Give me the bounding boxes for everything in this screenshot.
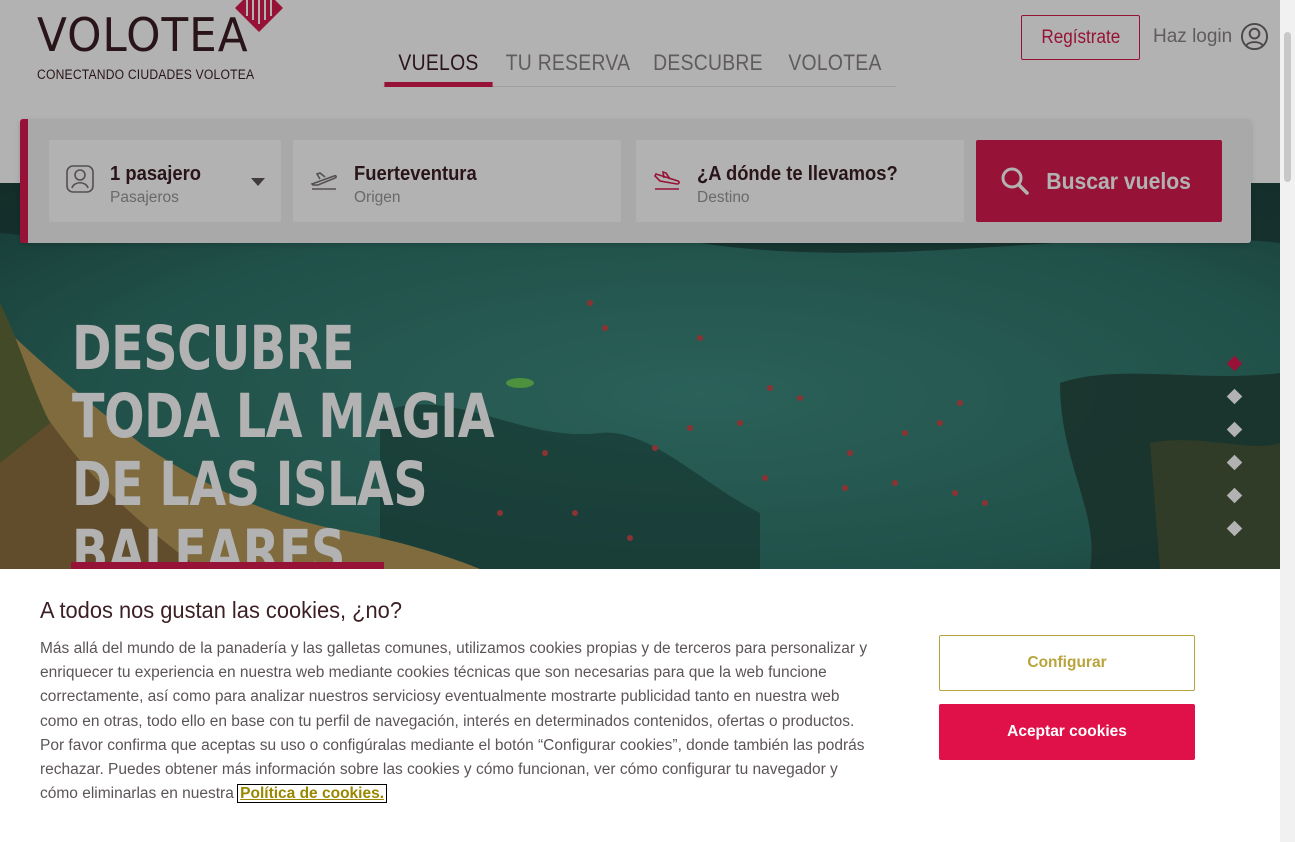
cookie-body-text: Más allá del mundo de la panadería y las… [40, 640, 868, 803]
cookie-text: Más allá del mundo de la panadería y las… [40, 637, 870, 806]
cookie-banner: A todos nos gustan las cookies, ¿no? Más… [0, 569, 1280, 842]
modal-backdrop [0, 0, 1280, 569]
configure-cookies-button[interactable]: Configurar [939, 635, 1195, 691]
page-scrollbar[interactable] [1280, 0, 1295, 842]
scrollbar-thumb[interactable] [1284, 32, 1291, 182]
cookie-title: A todos nos gustan las cookies, ¿no? [40, 597, 402, 623]
cookie-policy-link[interactable]: Política de cookies. [237, 784, 388, 804]
accept-cookies-button[interactable]: Aceptar cookies [939, 704, 1195, 760]
